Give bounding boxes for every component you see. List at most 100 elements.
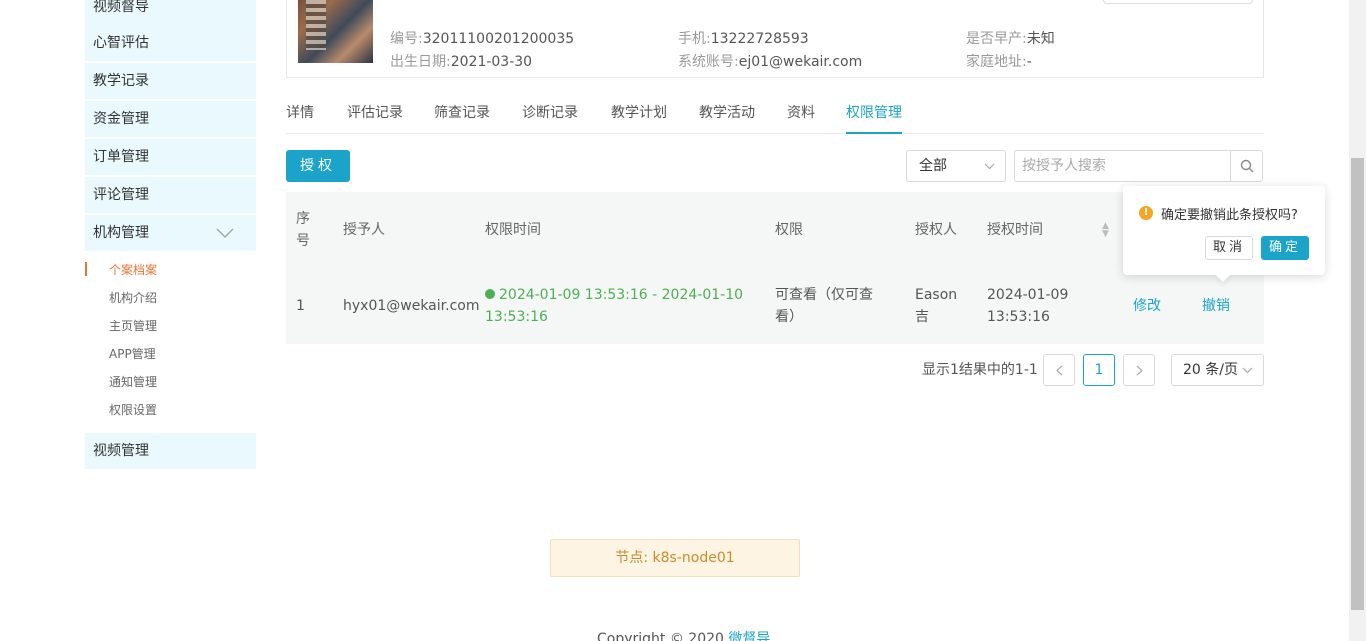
page-scrollbar[interactable]	[1349, 0, 1366, 641]
column-header-index-line: 序	[296, 211, 310, 227]
status-dot-icon	[485, 289, 495, 299]
profile-birth-value: 2021-03-30	[450, 54, 533, 70]
popconfirm-ok-button[interactable]: 确定	[1261, 236, 1309, 260]
sidebar-item-label: 评论管理	[93, 187, 149, 203]
profile-phone-value: 13222728593	[710, 31, 809, 47]
profile-phone: 手机:13222728593	[678, 28, 809, 48]
sidebar-item-label: 资金管理	[93, 111, 149, 127]
sidebar-item-label: 教学记录	[93, 73, 149, 89]
cell-grant-time-line: 13:53:16	[987, 309, 1050, 325]
profile-id-value: 32011100201200035	[422, 31, 575, 47]
column-header-grantor: 授权人	[915, 222, 957, 238]
sidebar-item-video-management[interactable]: 视频管理	[85, 433, 256, 469]
search-button[interactable]	[1230, 151, 1262, 181]
chevron-right-icon	[1136, 365, 1143, 375]
filter-select-value: 全部	[919, 158, 947, 174]
sidebar-item-label: 机构管理	[93, 225, 149, 241]
revoke-link[interactable]: 撤销	[1202, 295, 1230, 317]
page-size-value: 20 条/页	[1183, 362, 1238, 378]
cell-grantor: Eason 吉	[915, 284, 957, 328]
tab-materials[interactable]: 资料	[787, 102, 815, 134]
profile-phone-label: 手机:	[678, 31, 711, 47]
grant-button[interactable]: 授权	[286, 150, 350, 182]
cell-period: 2024-01-09 13:53:16 - 2024-01-10 13:53:1…	[485, 284, 743, 328]
sidebar-subitem-app[interactable]: APP管理	[85, 340, 256, 368]
sidebar-item-comments[interactable]: 评论管理	[85, 177, 256, 213]
search-input[interactable]	[1015, 151, 1231, 181]
scrollbar-thumb[interactable]	[1351, 158, 1364, 610]
sidebar-subitem-notifications[interactable]: 通知管理	[85, 368, 256, 396]
profile-address-label: 家庭地址:	[966, 54, 1027, 70]
sidebar-subitem-label: 机构介绍	[109, 291, 158, 305]
sidebar-item-video-supervision[interactable]: 视频督导	[85, 0, 256, 25]
tab-permissions[interactable]: 权限管理	[846, 102, 902, 134]
popconfirm-message: 确定要撤销此条授权吗?	[1161, 208, 1298, 223]
sidebar-item-orders[interactable]: 订单管理	[85, 139, 256, 175]
table-header: 序号 授予人 权限时间 权限 授权人 授权时间 ▲ ▼	[286, 192, 1264, 268]
chevron-down-icon	[984, 151, 995, 181]
tab-teaching-plan[interactable]: 教学计划	[611, 102, 667, 134]
cell-permission-line: 看）	[775, 309, 803, 325]
sidebar-subitem-homepage[interactable]: 主页管理	[85, 312, 256, 340]
chevron-down-icon	[216, 215, 234, 251]
profile-premature-value: 未知	[1026, 31, 1055, 47]
warning-icon: !	[1139, 206, 1153, 220]
cell-permission-line: 可查看（仅可查	[775, 287, 873, 303]
cell-period-start: 2024-01-09 13:53:16 - 2024-01-10	[499, 287, 744, 303]
filter-select[interactable]: 全部	[906, 150, 1006, 182]
prev-page-button[interactable]	[1043, 354, 1075, 386]
node-badge: 节点: k8s-node01	[550, 539, 800, 577]
tab-screening-records[interactable]: 筛查记录	[434, 102, 490, 134]
tab-diagnosis-records[interactable]: 诊断记录	[522, 102, 578, 134]
sidebar-item-organization[interactable]: 机构管理	[85, 215, 256, 251]
sidebar-subitem-case-files[interactable]: 个案档案	[85, 256, 256, 284]
cell-grantor-line: Eason	[915, 287, 958, 303]
tab-teaching-activities[interactable]: 教学活动	[699, 102, 755, 134]
edit-link[interactable]: 修改	[1133, 295, 1161, 317]
sidebar-subitem-label: 个案档案	[109, 263, 158, 277]
page-button-current[interactable]: 1	[1083, 354, 1115, 386]
chevron-left-icon	[1055, 365, 1062, 375]
tab-details[interactable]: 详情	[286, 102, 314, 134]
column-header-grantee: 授予人	[343, 222, 385, 238]
tab-assessment-records[interactable]: 评估记录	[347, 102, 403, 134]
sidebar-subitem-label: 权限设置	[109, 403, 158, 417]
profile-account: 系统账号:ej01@wekair.com	[678, 51, 862, 71]
profile-address-value: -	[1026, 54, 1032, 70]
column-header-index-line: 号	[296, 233, 310, 249]
profile-premature: 是否早产:未知	[966, 28, 1055, 48]
next-page-button[interactable]	[1123, 354, 1155, 386]
avatar	[298, 0, 373, 63]
profile-premature-label: 是否早产:	[966, 31, 1027, 47]
cell-period-end: 13:53:16	[485, 309, 548, 325]
page-size-select[interactable]: 20 条/页	[1171, 354, 1264, 386]
copyright: Copyright © 2020 微督导	[597, 628, 770, 641]
sidebar-subitem-permissions[interactable]: 权限设置	[85, 396, 256, 424]
sidebar-subitem-label: 主页管理	[109, 319, 158, 333]
profile-action-button[interactable]	[1103, 0, 1253, 4]
sort-icon[interactable]: ▲ ▼	[1102, 222, 1109, 239]
sidebar-item-mind-assessment[interactable]: 心智评估	[85, 25, 256, 61]
copyright-text: Copyright © 2020	[597, 631, 724, 641]
profile-birth-label: 出生日期:	[390, 54, 451, 70]
cell-grant-time-line: 2024-01-09	[987, 287, 1069, 303]
sidebar-item-label: 心智评估	[93, 35, 149, 51]
sidebar-subitem-org-intro[interactable]: 机构介绍	[85, 284, 256, 312]
table-row: 1 hyx01@wekair.com 2024-01-09 13:53:16 -…	[286, 268, 1264, 344]
cell-grantor-line: 吉	[915, 309, 929, 325]
cell-grantee: hyx01@wekair.com	[343, 298, 480, 314]
cell-period-line: 2024-01-09 13:53:16 - 2024-01-10	[485, 284, 743, 306]
popconfirm-cancel-button[interactable]: 取消	[1205, 236, 1253, 260]
revoke-popconfirm: ! 确定要撤销此条授权吗? 取消 确定	[1123, 186, 1325, 275]
cell-index: 1	[296, 298, 305, 314]
profile-card: 编号:32011100201200035 出生日期:2021-03-30 手机:…	[286, 0, 1264, 78]
sidebar-item-label: 视频管理	[93, 443, 149, 459]
sidebar-item-teaching-records[interactable]: 教学记录	[85, 63, 256, 99]
profile-account-value: ej01@wekair.com	[738, 54, 863, 70]
profile-address: 家庭地址:-	[966, 51, 1032, 71]
column-header-grant-time[interactable]: 授权时间	[987, 219, 1043, 241]
search-box	[1014, 150, 1263, 182]
tab-bar: 详情 评估记录 筛查记录 诊断记录 教学计划 教学活动 资料 权限管理	[286, 98, 1264, 134]
sidebar-item-funds[interactable]: 资金管理	[85, 101, 256, 137]
brand-link[interactable]: 微督导	[728, 631, 770, 641]
